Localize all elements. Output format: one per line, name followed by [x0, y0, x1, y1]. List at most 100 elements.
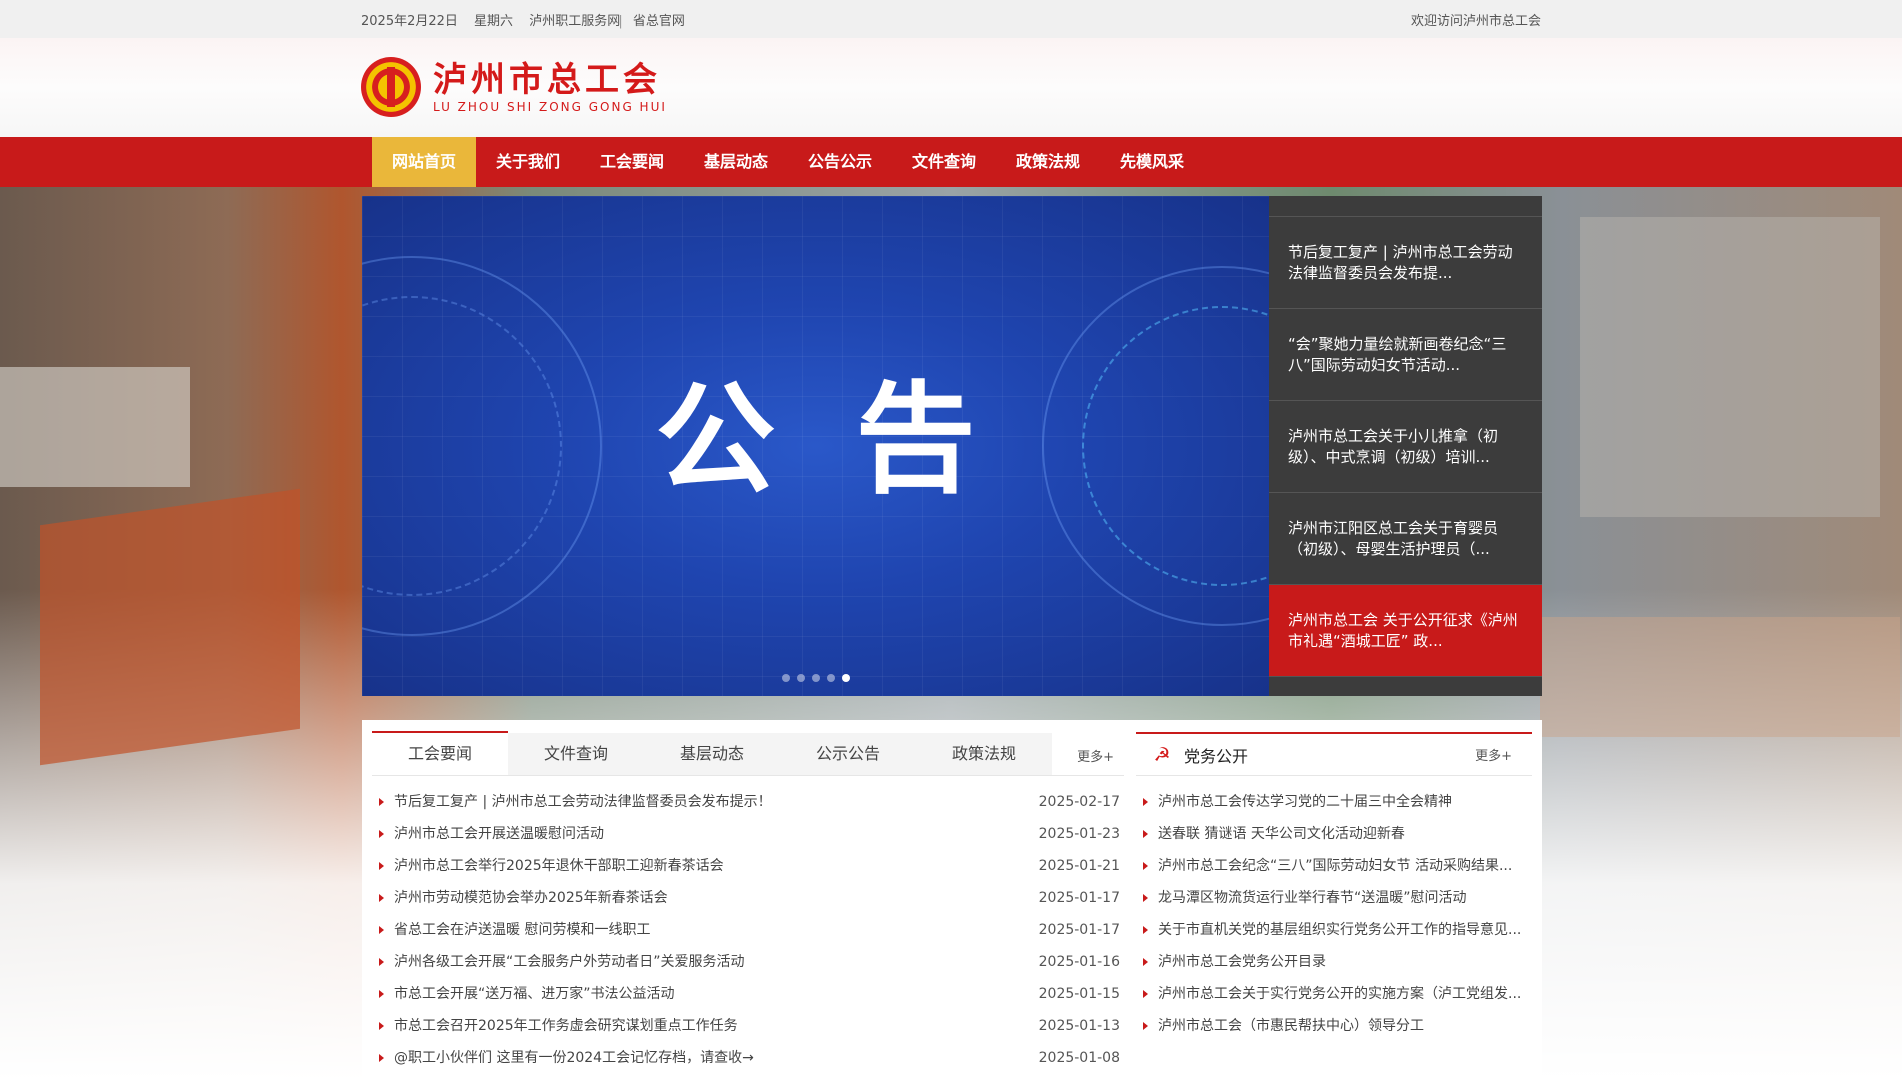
party-item-title[interactable]: 泸州市总工会纪念“三八”国际劳动妇女节 活动采购结果... [1158, 858, 1512, 874]
list-item[interactable]: 关于市直机关党的基层组织实行党务公开工作的指导意见... [1136, 914, 1532, 946]
slide-headline[interactable]: 节后复工复产 | 泸州市总工会劳动法律监督委员会发布提... [1269, 217, 1542, 309]
nav-item-announcements[interactable]: 公告公示 [788, 137, 892, 187]
logo-chinese-name: 泸州市总工会 [433, 60, 661, 100]
nav-item-home[interactable]: 网站首页 [372, 137, 476, 187]
list-item[interactable]: 泸州市总工会关于实行党务公开的实施方案（泸工党组发... [1136, 978, 1532, 1010]
top-bar-left: 2025年2月22日 星期六 泸州职工服务网 | 省总官网 [361, 10, 685, 29]
bullet-arrow-icon [379, 830, 384, 838]
list-item[interactable]: 泸州市总工会党务公开目录 [1136, 946, 1532, 978]
news-title[interactable]: 泸州市劳动模范协会举办2025年新春茶话会 [394, 882, 668, 914]
list-item[interactable]: 市总工会召开2025年工作务虚会研究谋划重点工作任务 2025-01-13 [372, 1010, 1124, 1042]
bullet-arrow-icon [379, 958, 384, 966]
bullet-arrow-icon [1143, 862, 1148, 870]
nav-item-models[interactable]: 先模风采 [1100, 137, 1204, 187]
party-affairs-header: ☭ 党务公开 更多+ [1136, 732, 1532, 776]
list-item[interactable]: 泸州市总工会开展送温暖慰问活动 2025-01-23 [372, 818, 1124, 850]
welcome-text: 欢迎访问泸州市总工会 [1410, 13, 1541, 29]
list-item[interactable]: 泸州市总工会传达学习党的二十届三中全会精神 [1136, 786, 1532, 818]
news-title[interactable]: 省总工会在泸送温暖 慰问劳模和一线职工 [394, 914, 650, 946]
list-item[interactable]: 市总工会开展“送万福、进万家”书法公益活动 2025-01-15 [372, 978, 1124, 1010]
party-item-title[interactable]: 关于市直机关党的基层组织实行党务公开工作的指导意见... [1158, 922, 1521, 938]
bullet-arrow-icon [1143, 990, 1148, 998]
slider-dot[interactable] [811, 674, 820, 682]
news-date: 2025-01-13 [1038, 1018, 1120, 1034]
news-panel: 工会要闻 文件查询 基层动态 公示公告 政策法规 更多+ 节后复工复产 | 泸州… [372, 731, 1124, 1074]
site-header: 泸州市总工会 LU ZHOU SHI ZONG GONG HUI [0, 38, 1902, 137]
list-item[interactable]: 泸州市总工会纪念“三八”国际劳动妇女节 活动采购结果... [1136, 850, 1532, 882]
tab-grassroots[interactable]: 基层动态 [644, 733, 780, 775]
list-item[interactable]: 泸州市总工会举行2025年退休干部职工迎新春茶话会 2025-01-21 [372, 850, 1124, 882]
news-date: 2025-01-08 [1038, 1050, 1120, 1066]
nav-item-grassroots[interactable]: 基层动态 [684, 137, 788, 187]
list-item[interactable]: @职工小伙伴们 这里有一份2024工会记忆存档，请查收→ 2025-01-08 [372, 1042, 1124, 1074]
slider-dots [362, 674, 1269, 682]
news-date: 2025-01-15 [1038, 986, 1120, 1002]
logo-english-name: LU ZHOU SHI ZONG GONG HUI [433, 100, 667, 114]
top-bar: 2025年2月22日 星期六 泸州职工服务网 | 省总官网 欢迎访问泸州市总工会 [0, 0, 1902, 38]
party-more-link[interactable]: 更多+ [1475, 745, 1512, 764]
bullet-arrow-icon [1143, 1022, 1148, 1030]
news-title[interactable]: 市总工会开展“送万福、进万家”书法公益活动 [394, 978, 675, 1010]
news-title[interactable]: 节后复工复产 | 泸州市总工会劳动法律监督委员会发布提示！ [394, 786, 772, 818]
slide-title: 公告 [655, 371, 1056, 510]
party-item-title[interactable]: 泸州市总工会党务公开目录 [1158, 954, 1326, 970]
slide-headline[interactable]: “会”聚她力量绘就新画卷纪念“三八”国际劳动妇女节活动... [1269, 309, 1542, 401]
bullet-arrow-icon [1143, 894, 1148, 902]
party-item-title[interactable]: 泸州市总工会关于实行党务公开的实施方案（泸工党组发... [1158, 986, 1521, 1002]
party-item-title[interactable]: 龙马潭区物流货运行业举行春节“送温暖”慰问活动 [1158, 890, 1467, 906]
party-item-title[interactable]: 送春联 猜谜语 天华公司文化活动迎新春 [1158, 826, 1405, 842]
main-nav: 网站首页 关于我们 工会要闻 基层动态 公告公示 文件查询 政策法规 先模风采 [0, 137, 1902, 187]
bullet-arrow-icon [379, 894, 384, 902]
party-item-title[interactable]: 泸州市总工会（市惠民帮扶中心）领导分工 [1158, 1018, 1424, 1034]
top-separator: | [618, 13, 623, 29]
party-affairs-list: 泸州市总工会传达学习党的二十届三中全会精神 送春联 猜谜语 天华公司文化活动迎新… [1136, 786, 1532, 1042]
bullet-arrow-icon [1143, 958, 1148, 966]
slide-headline-list: 节后复工复产 | 泸州市总工会劳动法律监督委员会发布提... “会”聚她力量绘就… [1269, 196, 1542, 696]
party-affairs-panel: ☭ 党务公开 更多+ 泸州市总工会传达学习党的二十届三中全会精神 送春联 猜谜语… [1136, 732, 1532, 1042]
list-item[interactable]: 节后复工复产 | 泸州市总工会劳动法律监督委员会发布提示！ 2025-02-17 [372, 786, 1124, 818]
list-item[interactable]: 省总工会在泸送温暖 慰问劳模和一线职工 2025-01-17 [372, 914, 1124, 946]
news-title[interactable]: 泸州市总工会举行2025年退休干部职工迎新春茶话会 [394, 850, 724, 882]
list-item[interactable]: 泸州市总工会（市惠民帮扶中心）领导分工 [1136, 1010, 1532, 1042]
site-logo[interactable]: 泸州市总工会 LU ZHOU SHI ZONG GONG HUI [361, 57, 667, 117]
tab-documents[interactable]: 文件查询 [508, 733, 644, 775]
news-date: 2025-01-21 [1038, 858, 1120, 874]
slider-dot[interactable] [781, 674, 790, 682]
list-item[interactable]: 泸州各级工会开展“工会服务户外劳动者日”关爱服务活动 2025-01-16 [372, 946, 1124, 978]
news-tabs: 工会要闻 文件查询 基层动态 公示公告 政策法规 更多+ [372, 731, 1124, 776]
news-more-link[interactable]: 更多+ [1077, 746, 1114, 765]
slider-dot[interactable] [796, 674, 805, 682]
nav-item-policies[interactable]: 政策法规 [996, 137, 1100, 187]
union-emblem-icon [361, 57, 421, 117]
bullet-arrow-icon [379, 798, 384, 806]
party-emblem-icon: ☭ [1153, 743, 1171, 766]
tab-policies[interactable]: 政策法规 [916, 733, 1052, 775]
list-item[interactable]: 送春联 猜谜语 天华公司文化活动迎新春 [1136, 818, 1532, 850]
current-weekday: 星期六 [474, 13, 514, 29]
nav-item-documents[interactable]: 文件查询 [892, 137, 996, 187]
slider-dot-active[interactable] [841, 674, 850, 682]
slide-headline-active[interactable]: 泸州市总工会 关于公开征求《泸州市礼遇“酒城工匠” 政... [1269, 585, 1542, 677]
news-title[interactable]: 市总工会召开2025年工作务虚会研究谋划重点工作任务 [394, 1010, 738, 1042]
worker-service-link[interactable]: 泸州职工服务网 [529, 14, 620, 29]
content-panels: 工会要闻 文件查询 基层动态 公示公告 政策法规 更多+ 节后复工复产 | 泸州… [362, 720, 1542, 1080]
news-date: 2025-01-17 [1038, 890, 1120, 906]
province-official-link[interactable]: 省总官网 [633, 14, 685, 29]
slide-headline[interactable]: 泸州市江阳区总工会关于育婴员（初级）、母婴生活护理员（... [1269, 493, 1542, 585]
list-item[interactable]: 龙马潭区物流货运行业举行春节“送温暖”慰问活动 [1136, 882, 1532, 914]
banner-slider[interactable]: 公告 [362, 196, 1269, 696]
bullet-arrow-icon [379, 1054, 384, 1062]
current-date: 2025年2月22日 [361, 13, 458, 29]
list-item[interactable]: 泸州市劳动模范协会举办2025年新春茶话会 2025-01-17 [372, 882, 1124, 914]
news-title[interactable]: @职工小伙伴们 这里有一份2024工会记忆存档，请查收→ [394, 1042, 754, 1074]
tab-public-notice[interactable]: 公示公告 [780, 733, 916, 775]
tab-union-news[interactable]: 工会要闻 [372, 731, 508, 775]
news-title[interactable]: 泸州市总工会开展送温暖慰问活动 [394, 818, 604, 850]
nav-item-union-news[interactable]: 工会要闻 [580, 137, 684, 187]
nav-item-about[interactable]: 关于我们 [476, 137, 580, 187]
party-item-title[interactable]: 泸州市总工会传达学习党的二十届三中全会精神 [1158, 794, 1452, 810]
bullet-arrow-icon [379, 926, 384, 934]
slider-dot[interactable] [826, 674, 835, 682]
slide-headline[interactable]: 泸州市总工会关于小儿推拿（初级）、中式烹调（初级）培训... [1269, 401, 1542, 493]
news-title[interactable]: 泸州各级工会开展“工会服务户外劳动者日”关爱服务活动 [394, 946, 745, 978]
